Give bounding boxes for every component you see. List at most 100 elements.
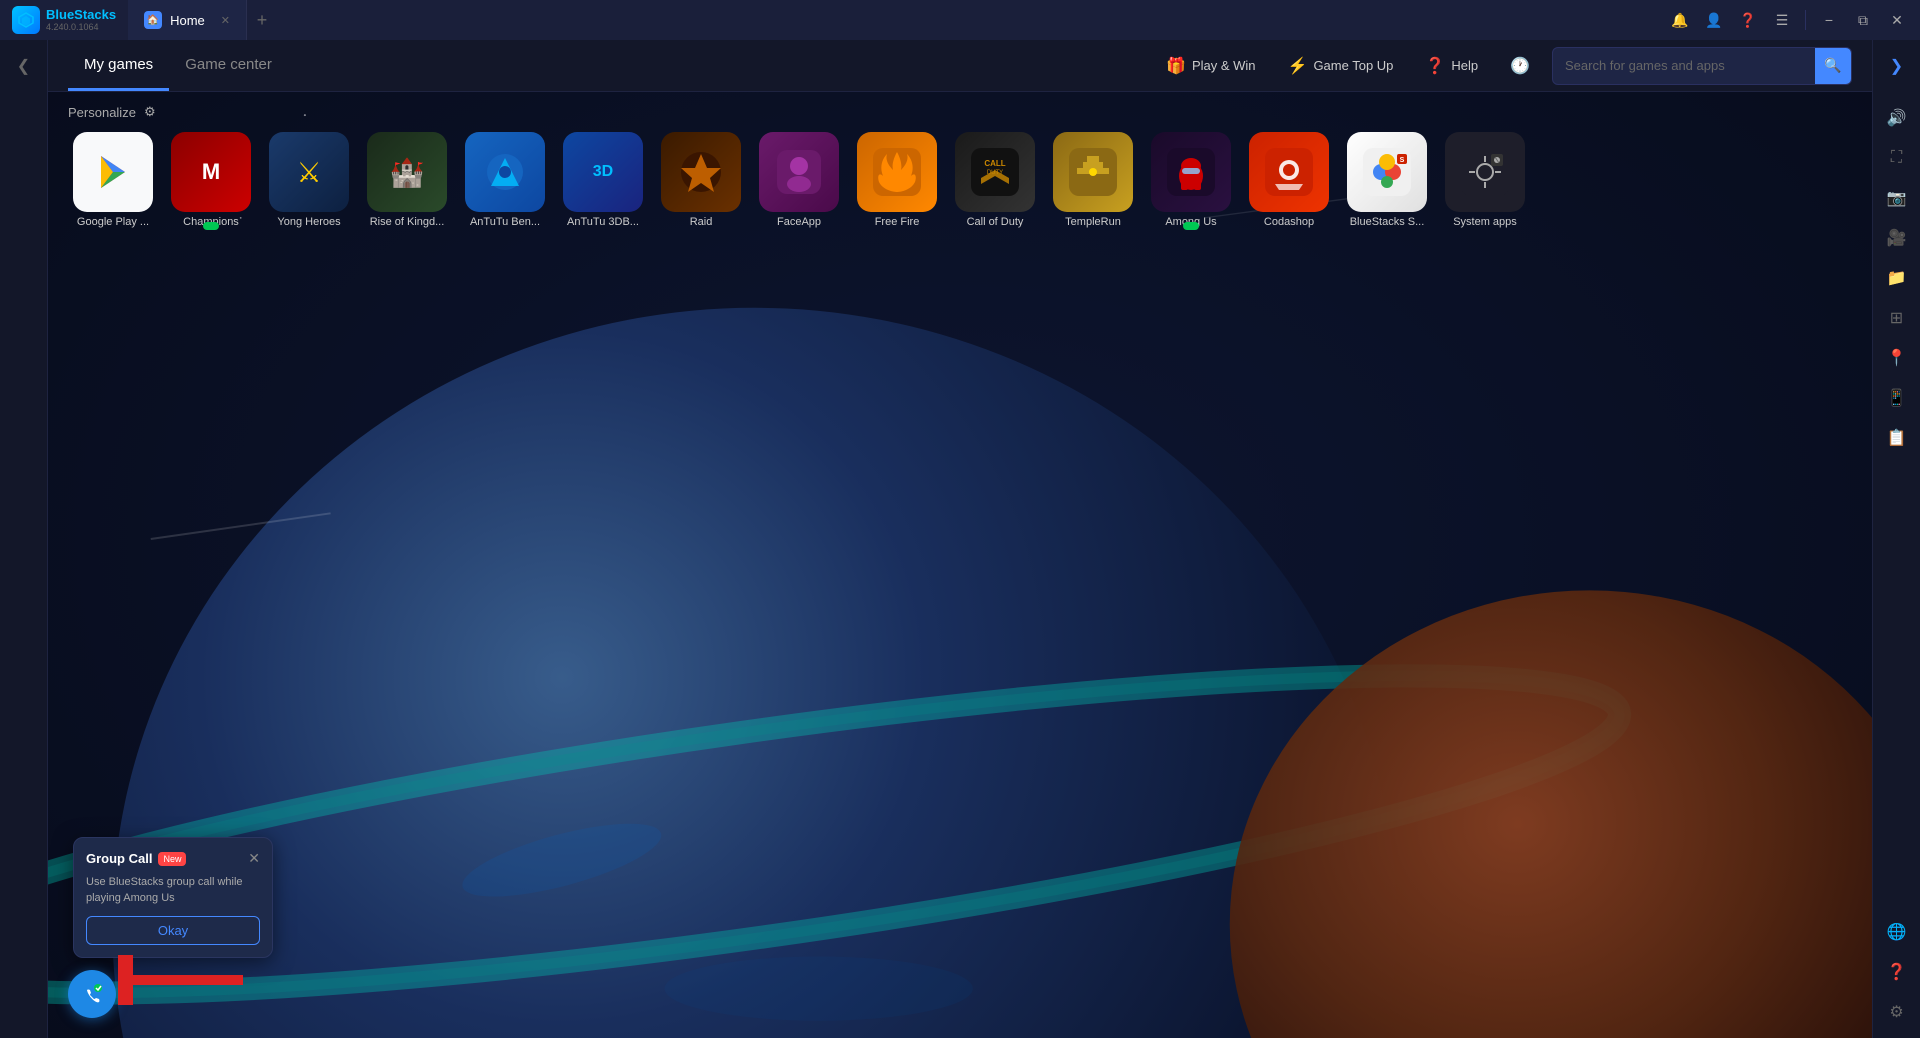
sidebar-location-btn[interactable]: 📍 <box>1879 340 1915 376</box>
game-icon-raid <box>661 132 741 212</box>
left-sidebar: ❮ <box>0 40 48 1038</box>
history-btn[interactable]: 🕐 <box>1500 50 1540 82</box>
game-label-call-of-duty: Call of Duty <box>950 216 1040 228</box>
game-label-faceapp: FaceApp <box>754 216 844 228</box>
game-antutu[interactable]: AnTuTu Ben... <box>460 132 550 228</box>
game-icon-codashop <box>1249 132 1329 212</box>
game-raid[interactable]: Raid <box>656 132 746 228</box>
popup-body: Use BlueStacks group call while playing … <box>86 875 260 906</box>
home-tab-icon: 🏠 <box>144 11 162 29</box>
hamburger-btn[interactable]: ☰ <box>1767 5 1797 35</box>
game-active-badge-among-us <box>1183 222 1199 230</box>
popup-ok-btn[interactable]: Okay <box>86 916 260 945</box>
tab-home[interactable]: 🏠 Home ✕ <box>128 0 247 40</box>
tab-my-games[interactable]: My games <box>68 40 169 91</box>
logo-text: BlueStacks 4.240.0.1064 <box>46 7 116 33</box>
personalize-bar[interactable]: Personalize ⚙ <box>68 104 1852 120</box>
game-label-codashop: Codashop <box>1244 216 1334 228</box>
filter-icon: ⚙ <box>144 104 156 120</box>
game-temple-run[interactable]: TempleRun <box>1048 132 1138 228</box>
popup-close-btn[interactable]: ✕ <box>248 850 260 867</box>
game-rise-kingdoms[interactable]: 🏰 Rise of Kingd... <box>362 132 452 228</box>
new-tab-btn[interactable]: + <box>247 0 277 40</box>
help-circle-icon: ❓ <box>1425 56 1445 76</box>
game-faceapp[interactable]: FaceApp <box>754 132 844 228</box>
game-codashop[interactable]: Codashop <box>1244 132 1334 228</box>
close-btn[interactable]: ✕ <box>1882 5 1912 35</box>
play-win-btn[interactable]: 🎁 Play & Win <box>1156 50 1266 82</box>
game-label-raid: Raid <box>656 216 746 228</box>
red-arrow <box>118 955 248 1010</box>
game-free-fire[interactable]: Free Fire <box>852 132 942 228</box>
game-icon-temple-run <box>1053 132 1133 212</box>
game-google-play[interactable]: Google Play ... <box>68 132 158 228</box>
game-system-apps[interactable]: System apps <box>1440 132 1530 228</box>
nav-tabs: My games Game center <box>68 40 288 91</box>
sidebar-folder-btn[interactable]: 📁 <box>1879 260 1915 296</box>
top-nav: My games Game center 🎁 Play & Win ⚡ Game… <box>48 40 1872 92</box>
notification-btn[interactable]: 🔔 <box>1665 5 1695 35</box>
game-antutu3d[interactable]: 3D AnTuTu 3DB... <box>558 132 648 228</box>
group-call-popup: Group Call New ✕ Use BlueStacks group ca… <box>73 837 273 958</box>
game-label-antutu3d: AnTuTu 3DB... <box>558 216 648 228</box>
popup-header: Group Call New ✕ <box>86 850 260 867</box>
sidebar-expand-right-btn[interactable]: ❯ <box>1879 48 1915 84</box>
game-icon-rise-kingdoms: 🏰 <box>367 132 447 212</box>
game-yong-heroes[interactable]: ⚔ Yong Heroes <box>264 132 354 228</box>
game-label-free-fire: Free Fire <box>852 216 942 228</box>
sidebar-fullscreen-btn[interactable]: ⛶ <box>1879 140 1915 176</box>
right-sidebar: ❯ 🔊 ⛶ 📷 🎥 📁 ⊞ 📍 📱 📋 🌐 ❓ ⚙ <box>1872 40 1920 1038</box>
maximize-btn[interactable]: ⧉ <box>1848 5 1878 35</box>
game-icon-system-apps <box>1445 132 1525 212</box>
sidebar-camera-btn[interactable]: 🎥 <box>1879 220 1915 256</box>
game-call-of-duty[interactable]: CALL DUTY Call of Duty <box>950 132 1040 228</box>
game-icon-free-fire <box>857 132 937 212</box>
sidebar-screenshot-btn[interactable]: 📷 <box>1879 180 1915 216</box>
sidebar-copy-btn[interactable]: 📋 <box>1879 420 1915 456</box>
sidebar-volume-btn[interactable]: 🔊 <box>1879 100 1915 136</box>
games-area: Personalize ⚙ <box>48 92 1872 240</box>
search-bar: 🔍 <box>1552 47 1852 85</box>
game-icon-antutu <box>465 132 545 212</box>
minimize-btn[interactable]: − <box>1814 5 1844 35</box>
game-label-system-apps: System apps <box>1440 216 1530 228</box>
game-icon-call-of-duty: CALL DUTY <box>955 132 1035 212</box>
game-among-us[interactable]: Among Us <box>1146 132 1236 228</box>
sidebar-multi-btn[interactable]: ⊞ <box>1879 300 1915 336</box>
account-btn[interactable]: 👤 <box>1699 5 1729 35</box>
sidebar-help-btn[interactable]: ❓ <box>1879 954 1915 990</box>
search-button[interactable]: 🔍 <box>1815 48 1851 84</box>
help-action-btn[interactable]: ❓ Help <box>1415 50 1488 82</box>
game-label-yong-heroes: Yong Heroes <box>264 216 354 228</box>
tab-game-center[interactable]: Game center <box>169 40 288 91</box>
game-icon-antutu3d: 3D <box>563 132 643 212</box>
lightning-icon: ⚡ <box>1288 56 1308 76</box>
close-tab-btn[interactable]: ✕ <box>221 14 230 27</box>
game-bluestacks-s[interactable]: S BlueStacks S... <box>1342 132 1432 228</box>
game-icon-bluestacks-s: S <box>1347 132 1427 212</box>
content-area: My games Game center 🎁 Play & Win ⚡ Game… <box>48 40 1872 1038</box>
game-label-bluestacks-s: BlueStacks S... <box>1342 216 1432 228</box>
svg-text:CALL: CALL <box>984 159 1005 168</box>
sidebar-settings-btn[interactable]: ⚙ <box>1879 994 1915 1030</box>
help-btn[interactable]: ❓ <box>1733 5 1763 35</box>
game-top-up-btn[interactable]: ⚡ Game Top Up <box>1278 50 1404 82</box>
nav-actions: 🎁 Play & Win ⚡ Game Top Up ❓ Help 🕐 🔍 <box>1156 47 1852 85</box>
title-bar-tabs: 🏠 Home ✕ + <box>128 0 277 40</box>
sidebar-globe-btn[interactable]: 🌐 <box>1879 914 1915 950</box>
sidebar-device-btn[interactable]: 📱 <box>1879 380 1915 416</box>
game-icon-google-play <box>73 132 153 212</box>
main-area: ❮ My games Game center 🎁 Play & Win ⚡ <box>0 40 1920 1038</box>
game-label-google-play: Google Play ... <box>68 216 158 228</box>
sidebar-expand-btn[interactable]: ❮ <box>6 48 42 84</box>
game-icon-champions: M <box>171 132 251 212</box>
history-icon: 🕐 <box>1510 56 1530 76</box>
bluestacks-logo: BlueStacks 4.240.0.1064 <box>0 0 128 40</box>
game-label-antutu: AnTuTu Ben... <box>460 216 550 228</box>
popup-new-badge: New <box>158 852 186 866</box>
title-bar-right: 🔔 👤 ❓ ☰ − ⧉ ✕ <box>1665 5 1920 35</box>
game-icon-faceapp <box>759 132 839 212</box>
group-call-button[interactable] <box>68 970 116 1018</box>
game-champions[interactable]: M Champions <box>166 132 256 228</box>
search-input[interactable] <box>1553 50 1815 81</box>
